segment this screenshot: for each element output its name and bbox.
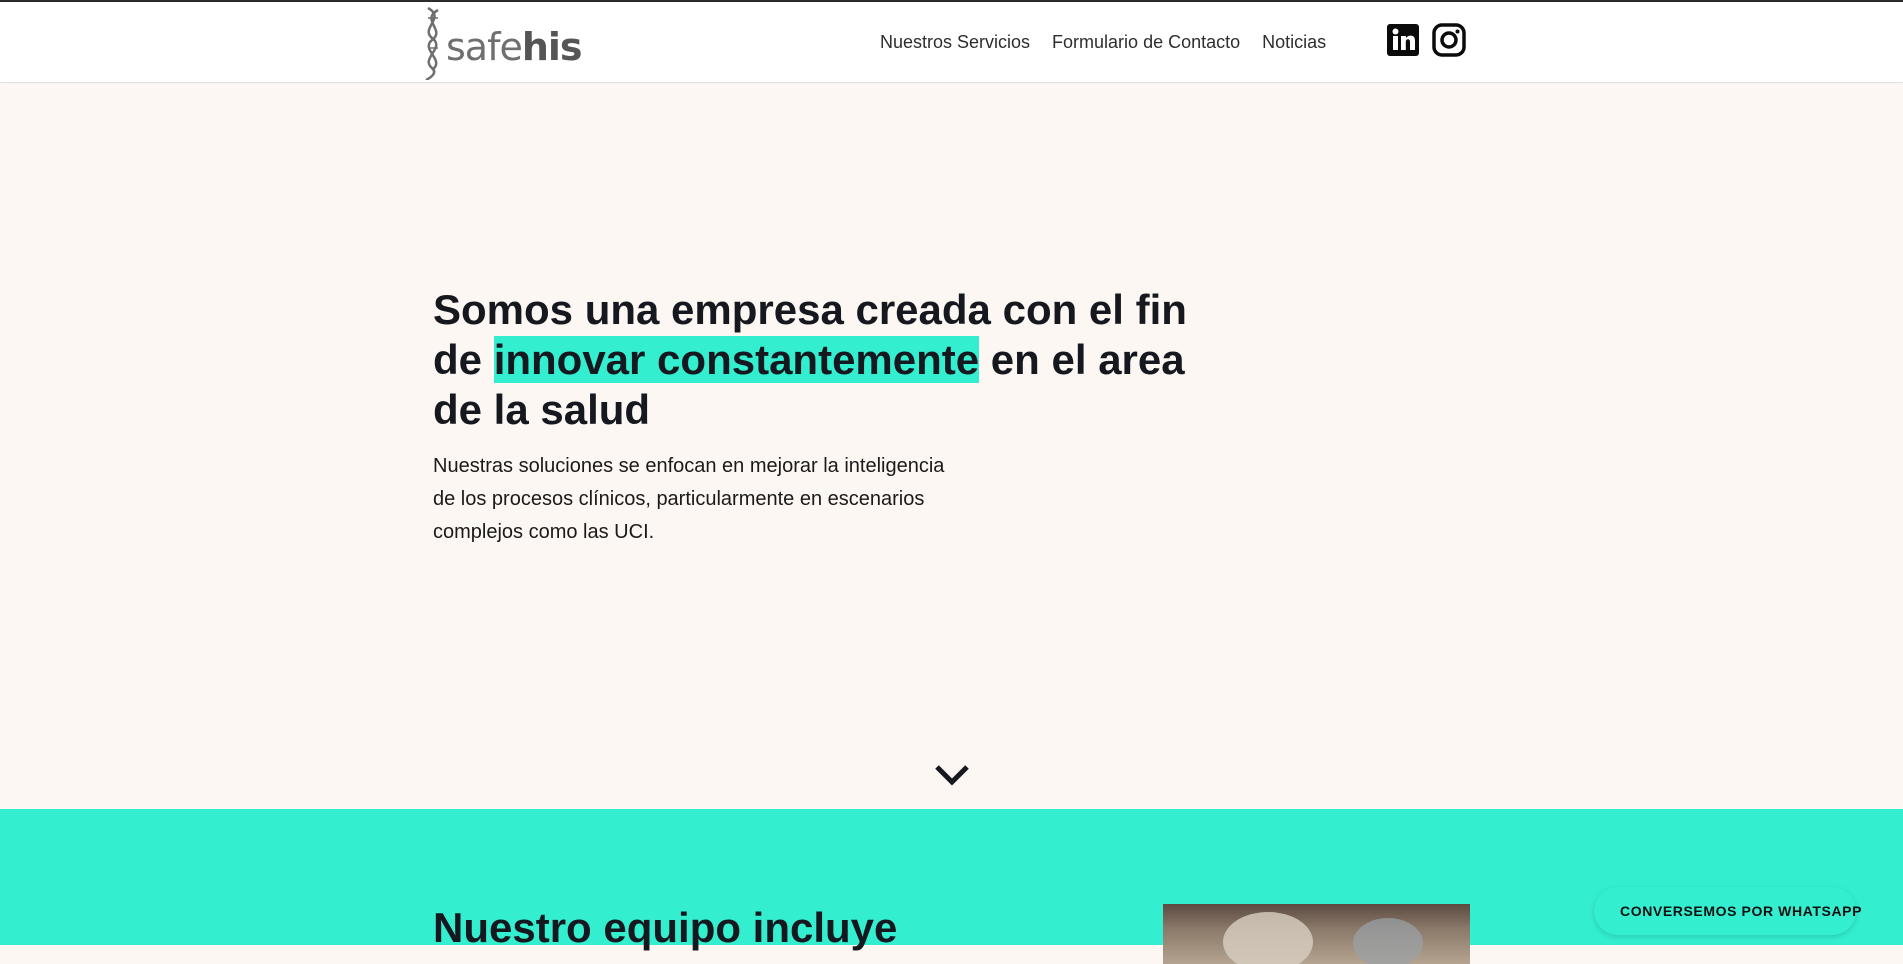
photo-shade (1353, 918, 1423, 964)
linkedin-icon[interactable] (1385, 22, 1421, 58)
whatsapp-label: CONVERSEMOS POR WHATSAPP (1620, 903, 1863, 919)
logo-text: safehis (446, 25, 583, 69)
safehis-logo[interactable]: safehis (418, 4, 588, 80)
logo-text-light: safe (446, 25, 523, 69)
chevron-down-icon[interactable] (932, 760, 972, 790)
team-photo (1163, 904, 1470, 964)
team-title: Nuestro equipo incluye (433, 904, 898, 951)
hero-title: Somos una empresa creada con el fin de i… (433, 285, 1233, 435)
hero-description: Nuestras soluciones se enfocan en mejora… (433, 455, 945, 543)
dna-helix-icon (425, 6, 439, 80)
logo-text-bold: his (521, 25, 583, 69)
social-links (1385, 22, 1467, 58)
instagram-icon[interactable] (1431, 22, 1467, 58)
site-header: safehis Nuestros Servicios Formulario de… (0, 2, 1903, 83)
nav-item-contacto[interactable]: Formulario de Contacto (1052, 32, 1240, 53)
nav-item-servicios[interactable]: Nuestros Servicios (880, 32, 1030, 53)
hero-title-highlight: innovar constantemente (493, 336, 980, 383)
whatsapp-button[interactable]: CONVERSEMOS POR WHATSAPP (1594, 887, 1861, 935)
main-nav: Nuestros Servicios Formulario de Contact… (880, 2, 1326, 83)
nav-item-noticias[interactable]: Noticias (1262, 32, 1326, 53)
hero-section: Somos una empresa creada con el fin de i… (0, 84, 1903, 809)
photo-highlight (1223, 912, 1313, 964)
